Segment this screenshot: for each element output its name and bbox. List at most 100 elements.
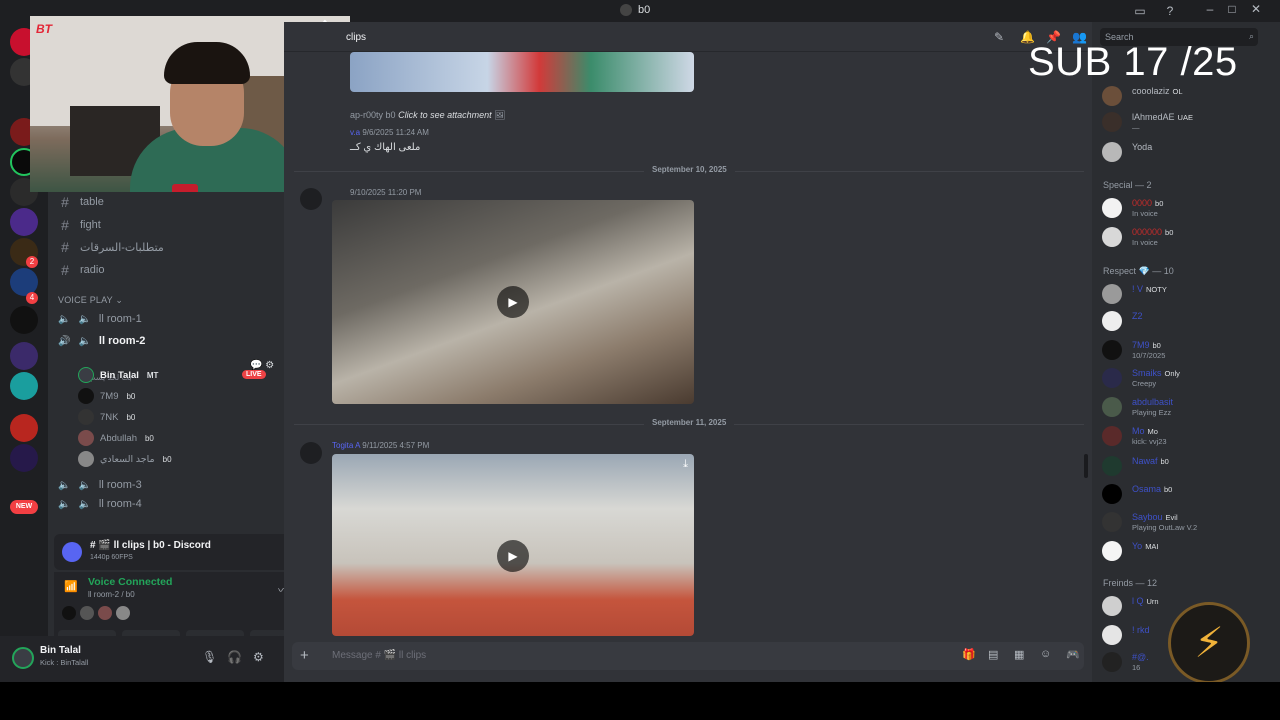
stream-quality: 1440p 60FPS <box>90 554 133 561</box>
avatar <box>78 451 94 467</box>
gif-icon[interactable]: ▤ <box>988 648 998 661</box>
author[interactable]: Togita A <box>332 441 360 450</box>
server-icon[interactable] <box>10 342 38 370</box>
role-tag: b0 <box>126 391 136 401</box>
message-header: v.a 9/6/2025 11:24 AM <box>350 128 429 137</box>
avatar[interactable] <box>12 647 34 669</box>
server-icon[interactable] <box>10 414 38 442</box>
member-status: In voice <box>1132 209 1158 218</box>
voice-channel-room-4[interactable]: 🔈 🔈 ll room-4 <box>58 498 142 510</box>
play-icon[interactable]: ▶ <box>497 540 529 572</box>
date-divider: September 10, 2025 <box>294 165 1084 179</box>
apps-icon[interactable]: 🎮 <box>1066 648 1080 661</box>
member-item[interactable]: lAhmedAE UAE — <box>1102 110 1272 134</box>
maximize-button[interactable]: □ <box>1222 2 1242 16</box>
member-item[interactable]: cooolaziz OL <box>1102 84 1272 108</box>
close-button[interactable]: ✕ <box>1246 2 1266 16</box>
voice-connected-title[interactable]: Voice Connected <box>88 576 172 588</box>
voice-channel-room-1[interactable]: 🔈 🔈 ll room-1 <box>58 309 142 329</box>
member-item[interactable]: Saybou Evil Playing OutLaw V.2 <box>1102 510 1272 534</box>
avatar <box>1102 484 1122 504</box>
image-attachment[interactable] <box>350 52 694 92</box>
play-icon[interactable]: ▶ <box>497 286 529 318</box>
headphones-icon[interactable]: 🎧 <box>227 650 242 664</box>
role-tag: b0 <box>385 110 396 120</box>
sticker-icon[interactable]: ▦ <box>1014 648 1024 661</box>
member-item[interactable]: Z2 <box>1102 309 1272 333</box>
voice-user[interactable]: Bin Talal MT <box>78 365 160 385</box>
voice-channel-room-3[interactable]: 🔈 🔈 ll room-3 <box>58 475 142 495</box>
avatar[interactable] <box>300 442 322 464</box>
member-item[interactable]: Nawaf b0 <box>1102 454 1272 478</box>
video-attachment[interactable]: ▶ <box>332 200 694 404</box>
category-voice-play[interactable]: VOICE PLAY ⌄ <box>58 295 123 306</box>
voice-user[interactable]: ماجد السعادي b0 <box>78 449 174 469</box>
add-attachment-icon[interactable]: + <box>300 647 309 664</box>
voice-user[interactable]: Abdullah b0 <box>78 428 156 448</box>
voice-user[interactable]: 7M9 b0 <box>78 386 137 406</box>
avatar <box>1102 227 1122 247</box>
threads-icon[interactable]: ✎ <box>994 30 1004 44</box>
voice-user[interactable]: 7NK b0 <box>78 407 137 427</box>
avatar <box>1102 198 1122 218</box>
member-item[interactable]: Smaiks Only Creepy <box>1102 366 1272 390</box>
message-header: 9/10/2025 11:20 PM <box>350 188 421 197</box>
server-icon[interactable] <box>10 306 38 334</box>
member-item[interactable]: 0000 b0 In voice <box>1102 196 1272 220</box>
member-item[interactable]: 000000 b0 In voice <box>1102 225 1272 249</box>
discord-icon <box>62 542 82 562</box>
voice-channel-room-2[interactable]: 🔊 🔈 ll room-2 <box>58 331 145 351</box>
settings-gear-icon[interactable]: ⚙ <box>253 650 264 664</box>
notification-badge: 2 <box>26 256 38 268</box>
member-item[interactable]: Yo MAI <box>1102 539 1272 563</box>
attachment-reply[interactable]: ap-r00ty b0 Click to see attachment 🖼 <box>350 110 506 121</box>
member-status: In voice <box>1132 238 1158 247</box>
name-text: 7M9 <box>1132 340 1150 350</box>
channel-fight[interactable]: # fight <box>58 215 101 235</box>
user-name[interactable]: Bin Talal <box>40 645 81 656</box>
download-icon[interactable]: ⤓ <box>683 458 688 471</box>
avatar <box>1102 456 1122 476</box>
composer-placeholder[interactable]: Message # 🎬 ll clips <box>332 650 426 661</box>
microphone-icon[interactable]: 🎙 <box>202 650 217 664</box>
member-name: #@. <box>1132 652 1149 662</box>
help-icon[interactable]: ? <box>1162 3 1178 19</box>
member-tag: Mo <box>1147 427 1158 436</box>
emoji-icon[interactable]: ☺ <box>1040 648 1051 660</box>
reply-author: ap-r00ty <box>350 110 384 120</box>
voice-connected-channel[interactable]: ll room-2 / b0 <box>88 590 135 599</box>
member-item[interactable]: abdulbasit Playing Ezz <box>1102 395 1272 419</box>
channel-label: ll room-3 <box>98 479 142 491</box>
member-item[interactable]: Mo Mo kick: vvj23 <box>1102 424 1272 448</box>
minimize-button[interactable]: – <box>1200 2 1220 16</box>
member-item[interactable]: 7M9 b0 10/7/2025 <box>1102 338 1272 362</box>
message-text: ملعى الهاك ي كــ <box>350 142 421 153</box>
member-item[interactable]: Yoda <box>1102 140 1272 164</box>
speaker-icon: 🔈 <box>78 335 91 347</box>
author[interactable]: v.a <box>350 128 360 137</box>
avatar <box>1102 142 1122 162</box>
avatar[interactable] <box>300 188 322 210</box>
timestamp: 9/10/2025 11:20 PM <box>350 188 422 197</box>
member-item[interactable]: Osama b0 <box>1102 482 1272 506</box>
video-attachment[interactable]: ▶ ⤓ <box>332 454 694 636</box>
channel-requirements[interactable]: # متطلبات-السرقات <box>58 237 164 257</box>
channel-radio[interactable]: # radio <box>58 260 104 280</box>
member-name: 7M9 b0 <box>1132 340 1161 350</box>
channel-table[interactable]: # table <box>58 192 104 212</box>
channel-label: ll room-4 <box>98 498 142 510</box>
member-status: Creepy <box>1132 379 1157 388</box>
server-icon[interactable] <box>10 208 38 236</box>
gift-icon[interactable]: 🎁 <box>962 648 976 661</box>
member-group-header: Freinds — 12 <box>1103 578 1158 588</box>
message-composer[interactable]: + Message # 🎬 ll clips 🎁 ▤ ▦ ☺ 🎮 <box>292 642 1084 670</box>
inbox-icon[interactable]: ▭ <box>1132 3 1148 19</box>
server-icon[interactable] <box>10 372 38 400</box>
scrollbar[interactable] <box>1084 454 1088 478</box>
channel-label: متطلبات-السرقات <box>80 241 164 254</box>
name-text: 000000 <box>1132 227 1163 237</box>
member-status: 16 <box>1132 663 1141 672</box>
member-item[interactable]: ! V NOTY <box>1102 282 1272 306</box>
channel-label: radio <box>80 264 105 276</box>
server-icon[interactable] <box>10 444 38 472</box>
